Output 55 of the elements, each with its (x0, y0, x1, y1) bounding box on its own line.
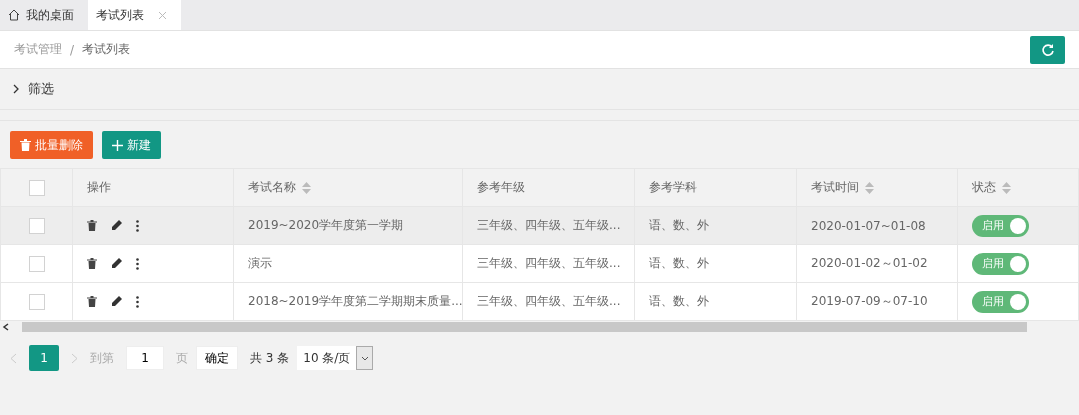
home-icon (8, 9, 20, 21)
table-cell: 三年级、四年级、五年级... (477, 256, 621, 270)
tab[interactable]: 我的桌面 (0, 0, 88, 30)
pencil-icon[interactable] (111, 220, 122, 231)
table-cell: 语、数、外 (649, 294, 709, 308)
column-header: 考试名称 (248, 180, 296, 194)
trash-icon[interactable] (87, 258, 97, 269)
chevron-down-icon (360, 355, 369, 361)
confirm-button[interactable]: 确定 (196, 346, 238, 370)
more-icon[interactable] (136, 219, 139, 232)
column-header: 考试时间 (811, 180, 859, 194)
table-cell: 2018~2019学年度第二学期期末质量... (248, 294, 463, 308)
close-icon[interactable] (158, 10, 167, 20)
select-all-checkbox[interactable] (28, 179, 45, 196)
table-cell: 语、数、外 (649, 256, 709, 270)
tab[interactable]: 考试列表 (88, 0, 181, 30)
more-icon[interactable] (136, 295, 139, 308)
refresh-icon (1040, 42, 1055, 57)
trash-icon (20, 139, 31, 151)
plus-icon (112, 139, 123, 151)
breadcrumb-separator: / (70, 42, 75, 57)
table-cell: 2019-07-09～07-10 (811, 294, 928, 308)
trash-icon[interactable] (87, 220, 97, 231)
column-header: 参考年级 (477, 180, 525, 194)
column-header: 参考学科 (649, 180, 697, 194)
row-checkbox[interactable] (28, 293, 45, 310)
refresh-button[interactable] (1030, 35, 1065, 64)
table-cell: 语、数、外 (649, 218, 709, 232)
batch-delete-button[interactable]: 批量删除 (10, 131, 93, 159)
pencil-icon[interactable] (111, 258, 122, 269)
table-cell: 2019~2020学年度第一学期 (248, 218, 404, 232)
new-button[interactable]: 新建 (102, 131, 161, 159)
breadcrumb-link[interactable]: 考试列表 (82, 41, 131, 58)
chevron-icon (12, 84, 20, 94)
table-cell: 三年级、四年级、五年级... (477, 294, 621, 308)
row-checkbox[interactable] (28, 217, 45, 234)
row-checkbox[interactable] (28, 255, 45, 272)
page-unit: 页 (176, 349, 188, 367)
scroll-left-icon[interactable] (2, 323, 10, 331)
table-cell: 三年级、四年级、五年级... (477, 218, 621, 232)
table-cell: 2020-01-02～01-02 (811, 256, 928, 270)
more-icon[interactable] (136, 257, 139, 270)
scrollbar-thumb[interactable] (22, 322, 1027, 332)
table-cell: 演示 (248, 256, 272, 270)
table-cell: 2020-01-07~01-08 (811, 218, 926, 233)
column-header: 状态 (972, 180, 996, 194)
page-button[interactable]: 1 (29, 345, 59, 371)
total-count: 共 3 条 (250, 349, 290, 367)
filter-toggle[interactable]: 筛选 (0, 69, 1079, 110)
trash-icon[interactable] (87, 296, 97, 307)
goto-label: 到第 (90, 349, 114, 367)
filter-label: 筛选 (28, 80, 54, 98)
pencil-icon[interactable] (111, 296, 122, 307)
column-header: 操作 (87, 180, 111, 194)
page-input[interactable]: 1 (126, 346, 164, 370)
